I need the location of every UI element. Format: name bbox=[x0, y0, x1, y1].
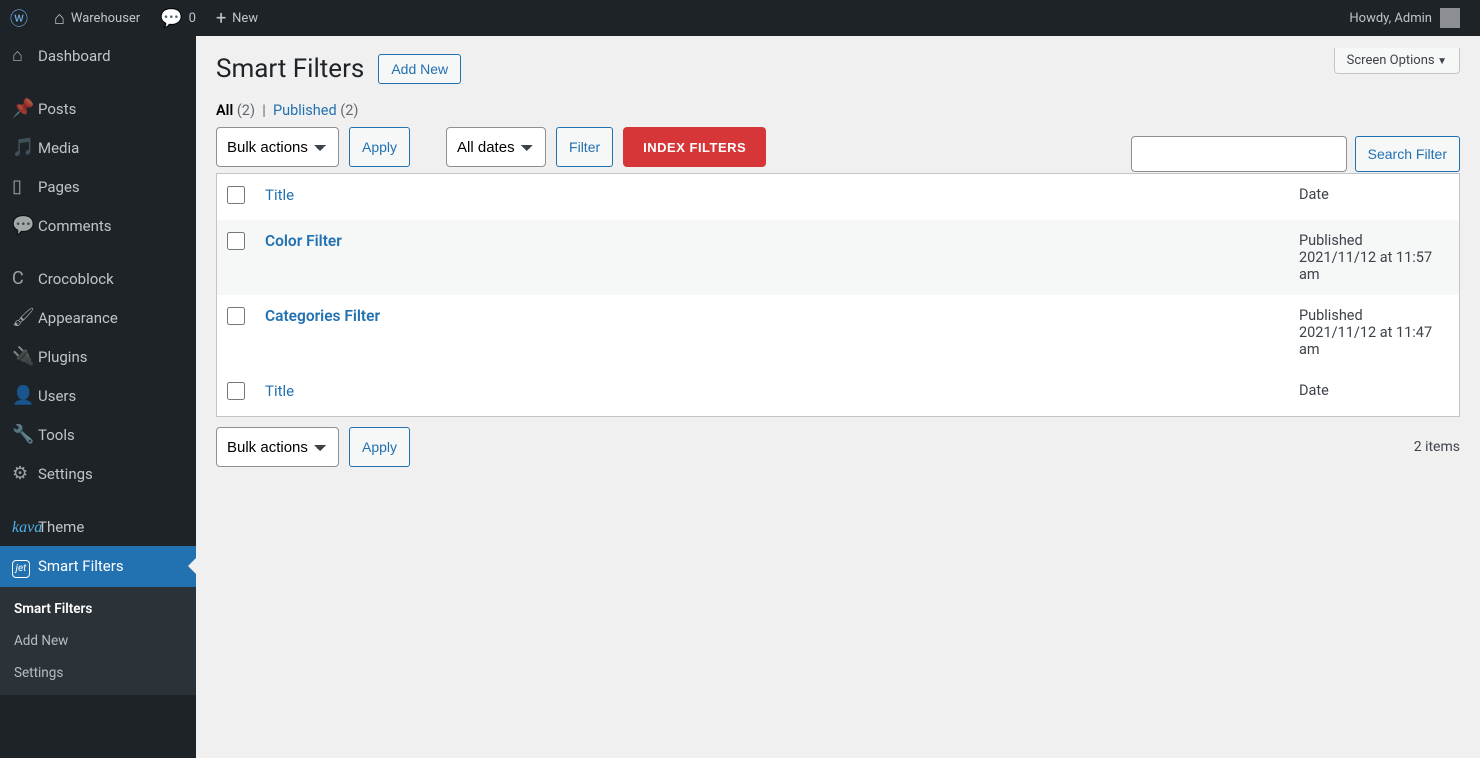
column-date-footer[interactable]: Date bbox=[1289, 370, 1459, 416]
users-icon: 👤 bbox=[12, 385, 38, 406]
row-title-link[interactable]: Categories Filter bbox=[265, 307, 380, 325]
home-icon: ⌂ bbox=[54, 8, 65, 29]
page-title: Smart Filters bbox=[216, 54, 364, 84]
tab-all[interactable]: All (2) bbox=[216, 102, 255, 119]
tablenav-bottom: Bulk actions Apply 2 items bbox=[216, 427, 1460, 467]
sidebar-item-smart-filters[interactable]: jetSmart Filters bbox=[0, 546, 196, 587]
sidebar-item-comments[interactable]: 💬Comments bbox=[0, 206, 196, 245]
plugins-icon: 🔌 bbox=[12, 346, 38, 367]
submenu-item-add-new[interactable]: Add New bbox=[0, 625, 196, 657]
sidebar-item-label: Pages bbox=[38, 178, 80, 196]
tab-published[interactable]: Published (2) bbox=[273, 102, 358, 119]
screen-options-toggle[interactable]: Screen Options bbox=[1334, 48, 1460, 74]
sidebar-item-label: Dashboard bbox=[38, 47, 111, 65]
comments-count: 0 bbox=[189, 11, 196, 26]
column-title-footer[interactable]: Title bbox=[255, 370, 1289, 416]
tools-icon: 🔧 bbox=[12, 424, 38, 445]
sidebar-item-media[interactable]: 🎵Media bbox=[0, 128, 196, 167]
submenu-item-smart-filters[interactable]: Smart Filters bbox=[0, 593, 196, 625]
bulk-action-select[interactable]: Bulk actions bbox=[216, 127, 339, 167]
index-filters-button[interactable]: INDEX FILTERS bbox=[623, 127, 766, 167]
comments-icon: 💬 bbox=[12, 215, 38, 236]
sidebar-item-tools[interactable]: 🔧Tools bbox=[0, 415, 196, 454]
wordpress-icon: ⓦ bbox=[10, 5, 28, 31]
sidebar-item-plugins[interactable]: 🔌Plugins bbox=[0, 337, 196, 376]
admin-sidebar: ⌂Dashboard📌Posts🎵Media▯Pages💬CommentsCCr… bbox=[0, 36, 196, 758]
status-filter-tabs: All (2) | Published (2) bbox=[216, 102, 1460, 119]
search-button[interactable]: Search Filter bbox=[1355, 136, 1460, 172]
table-row: Color Filter Published2021/11/12 at 11:57… bbox=[217, 220, 1459, 295]
sidebar-item-label: Tools bbox=[38, 426, 75, 444]
column-title[interactable]: Title bbox=[255, 174, 1289, 220]
appearance-icon: 🖌 bbox=[12, 307, 38, 328]
comment-icon: 💬 bbox=[160, 8, 182, 29]
sidebar-item-theme[interactable]: kavaTheme bbox=[0, 507, 196, 546]
sidebar-item-label: Comments bbox=[38, 217, 112, 235]
account-link[interactable]: Howdy, Admin bbox=[1339, 0, 1470, 36]
posts-icon: 📌 bbox=[12, 98, 38, 119]
admin-bar-right: Howdy, Admin bbox=[1339, 0, 1470, 36]
sidebar-item-label: Smart Filters bbox=[38, 557, 124, 575]
search-box: Search Filter bbox=[1131, 136, 1460, 172]
row-title-link[interactable]: Color Filter bbox=[265, 232, 342, 250]
crocoblock-icon: C bbox=[12, 268, 38, 289]
apply-button-bottom[interactable]: Apply bbox=[349, 427, 410, 467]
row-checkbox[interactable] bbox=[227, 307, 245, 325]
wp-logo[interactable]: ⓦ bbox=[0, 0, 44, 36]
sidebar-item-label: Appearance bbox=[38, 309, 118, 327]
sidebar-item-label: Settings bbox=[38, 465, 93, 483]
howdy-text: Howdy, Admin bbox=[1349, 11, 1432, 26]
row-date: Published2021/11/12 at 11:57 am bbox=[1289, 220, 1459, 295]
sidebar-item-label: Theme bbox=[38, 518, 84, 536]
sidebar-item-pages[interactable]: ▯Pages bbox=[0, 167, 196, 206]
admin-bar: ⓦ ⌂Warehouser 💬0 +New Howdy, Admin bbox=[0, 0, 1480, 36]
sidebar-item-label: Crocoblock bbox=[38, 270, 114, 288]
filter-button[interactable]: Filter bbox=[556, 127, 613, 167]
sidebar-item-label: Posts bbox=[38, 100, 76, 118]
date-filter-select[interactable]: All dates bbox=[446, 127, 546, 167]
comments-link[interactable]: 💬0 bbox=[150, 0, 206, 36]
row-date: Published2021/11/12 at 11:47 am bbox=[1289, 295, 1459, 370]
select-all-top[interactable] bbox=[227, 186, 245, 204]
table-row: Categories Filter Published2021/11/12 at … bbox=[217, 295, 1459, 370]
row-checkbox[interactable] bbox=[227, 232, 245, 250]
media-icon: 🎵 bbox=[12, 137, 38, 158]
item-count-bottom: 2 items bbox=[1414, 439, 1460, 455]
sidebar-item-crocoblock[interactable]: CCrocoblock bbox=[0, 259, 196, 298]
admin-bar-left: ⓦ ⌂Warehouser 💬0 +New bbox=[0, 0, 268, 36]
sidebar-item-posts[interactable]: 📌Posts bbox=[0, 89, 196, 128]
sidebar-item-label: Media bbox=[38, 139, 79, 157]
plus-icon: + bbox=[216, 8, 226, 29]
site-name-link[interactable]: ⌂ Warehouser bbox=[44, 0, 150, 36]
pages-icon: ▯ bbox=[12, 176, 38, 197]
kava-icon: kava bbox=[12, 516, 38, 537]
sidebar-item-settings[interactable]: ⚙Settings bbox=[0, 454, 196, 493]
new-label: New bbox=[232, 11, 258, 26]
sidebar-item-users[interactable]: 👤Users bbox=[0, 376, 196, 415]
sidebar-item-label: Users bbox=[38, 387, 76, 405]
sidebar-item-dashboard[interactable]: ⌂Dashboard bbox=[0, 36, 196, 75]
apply-button[interactable]: Apply bbox=[349, 127, 410, 167]
content-area: Screen Options Smart Filters Add New All… bbox=[196, 36, 1480, 758]
jet-icon: jet bbox=[12, 555, 38, 578]
submenu-item-settings[interactable]: Settings bbox=[0, 657, 196, 689]
select-all-bottom[interactable] bbox=[227, 382, 245, 400]
settings-icon: ⚙ bbox=[12, 463, 38, 484]
avatar bbox=[1440, 8, 1460, 28]
sidebar-item-appearance[interactable]: 🖌Appearance bbox=[0, 298, 196, 337]
site-name: Warehouser bbox=[71, 11, 140, 26]
dashboard-icon: ⌂ bbox=[12, 45, 38, 66]
bulk-action-select-bottom[interactable]: Bulk actions bbox=[216, 427, 339, 467]
filters-table: Title Date Color Filter Published2021/11/… bbox=[216, 173, 1460, 417]
new-content-link[interactable]: + New bbox=[206, 0, 268, 36]
search-input[interactable] bbox=[1131, 136, 1347, 172]
column-date[interactable]: Date bbox=[1289, 174, 1459, 220]
sidebar-item-label: Plugins bbox=[38, 348, 87, 366]
add-new-button[interactable]: Add New bbox=[378, 54, 461, 84]
